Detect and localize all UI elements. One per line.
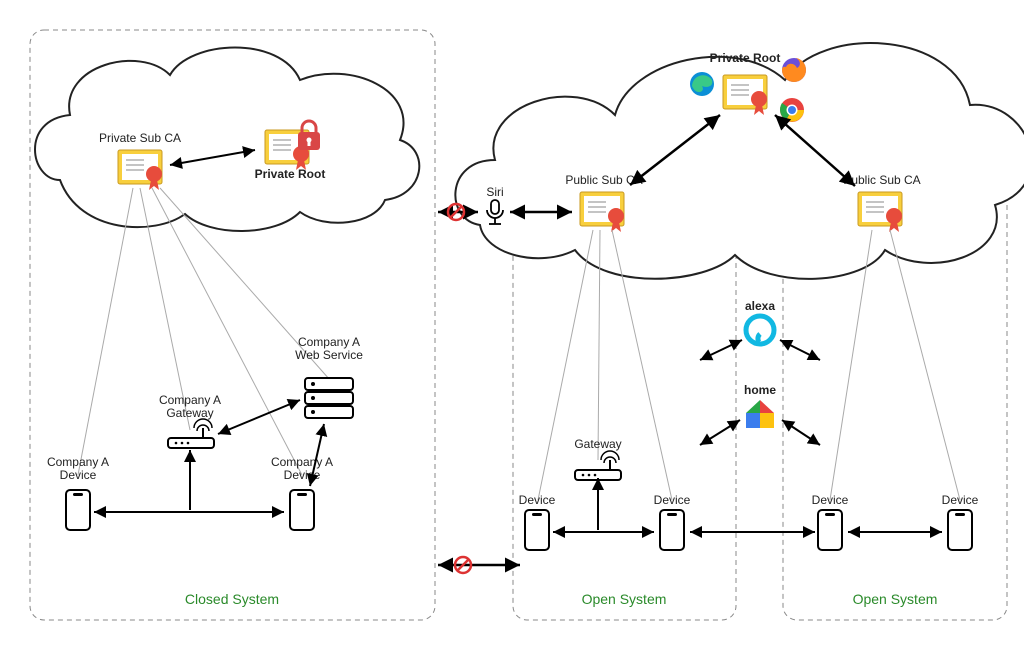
siri-label: Siri	[486, 185, 503, 199]
google-home-icon	[746, 400, 774, 428]
server-icon	[305, 378, 353, 418]
private-sub-ca-label: Private Sub CA	[99, 131, 181, 145]
gateway-a-label: Company AGateway	[159, 393, 221, 420]
phone-icon	[290, 490, 314, 530]
phone-icon	[948, 510, 972, 550]
phone-icon	[525, 510, 549, 550]
diagram-canvas: Private Sub CA Private Root Company AGat…	[0, 0, 1024, 650]
phone-icon	[818, 510, 842, 550]
firefox-browser-icon	[782, 58, 806, 82]
gateway-label: Gateway	[574, 437, 621, 451]
public-private-root-label: Private Root	[710, 51, 781, 65]
chrome-browser-icon	[780, 98, 804, 122]
router-icon	[168, 419, 214, 448]
device-label: Device	[654, 493, 691, 507]
diagram-svg: Private Sub CA Private Root Company AGat…	[0, 0, 1024, 650]
open-system-2-label: Open System	[853, 591, 938, 607]
home-label: home	[744, 383, 776, 397]
certificate-icon	[118, 150, 162, 190]
closed-system-label: Closed System	[185, 591, 279, 607]
alexa-label: alexa	[745, 299, 775, 313]
device-label: Device	[812, 493, 849, 507]
device-b-label: Company ADevice	[271, 455, 333, 482]
webservice-label: Company AWeb Service	[295, 335, 363, 362]
edge-browser-icon	[690, 72, 714, 96]
certificate-icon	[723, 75, 767, 115]
certificate-icon	[858, 192, 902, 232]
private-root-label: Private Root	[255, 167, 326, 181]
device-a-label: Company ADevice	[47, 455, 109, 482]
closed-cloud	[35, 48, 419, 232]
phone-icon	[660, 510, 684, 550]
certificate-icon	[580, 192, 624, 232]
device-label: Device	[519, 493, 556, 507]
phone-icon	[66, 490, 90, 530]
alexa-icon	[746, 316, 774, 344]
open-system-1-label: Open System	[582, 591, 667, 607]
device-label: Device	[942, 493, 979, 507]
